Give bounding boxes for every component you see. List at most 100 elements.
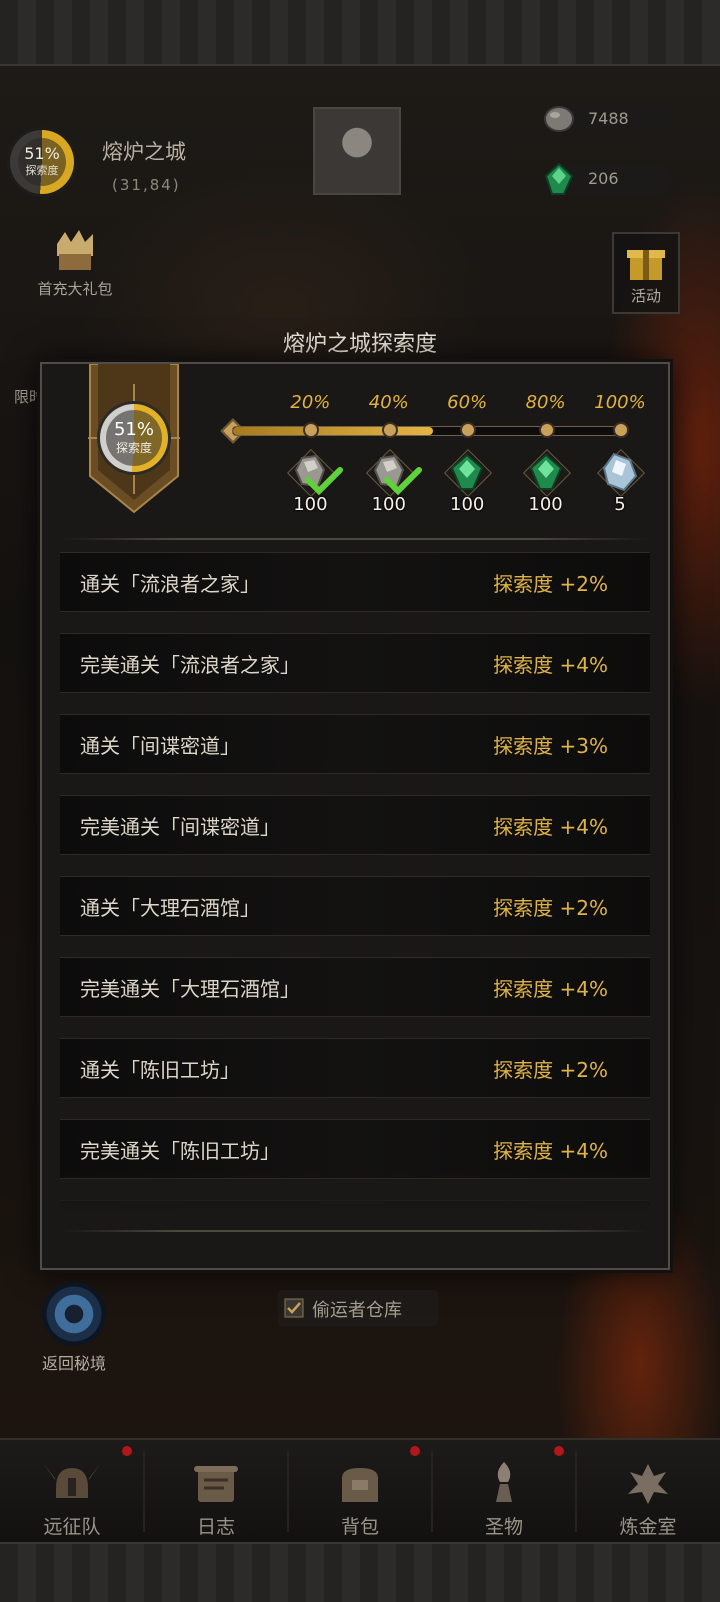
nav-tab-2[interactable]: 日志 (144, 1440, 288, 1544)
crystal-icon (602, 452, 638, 492)
emerald-icon (544, 162, 574, 195)
panel-explore-ring: 51% 探索度 (100, 404, 168, 472)
milestone-amount: 100 (371, 494, 406, 515)
hero-portrait[interactable] (313, 107, 401, 195)
task-name: 完美通关「流浪者之家」 (80, 653, 300, 677)
first-recharge-button[interactable]: 首充大礼包 (20, 226, 130, 299)
task-reward: 探索度 +2% (493, 1058, 608, 1082)
location-coords: (31,84) (112, 176, 181, 194)
milestone-amount: 100 (450, 494, 485, 515)
nav-tab-5[interactable]: 炼金室 (576, 1440, 720, 1544)
top-frame-bar (0, 0, 720, 66)
milestone-3[interactable]: 60% 100 (427, 392, 507, 515)
currency-stone-value: 7488 (588, 109, 629, 128)
milestone-5[interactable]: 100% 5 (580, 392, 660, 515)
progress-header: 51% 探索度 20% 100 40% 100 60% 100 80% 100 100% 5 (42, 364, 668, 540)
claimed-check-icon (383, 467, 422, 496)
gift-box-icon (627, 250, 665, 280)
nav-separator (287, 1452, 289, 1532)
nav-separator (143, 1452, 145, 1532)
task-name: 通关「大理石酒馆」 (80, 896, 260, 920)
task-reward: 探索度 +4% (493, 1139, 608, 1163)
relic-icon (496, 1462, 512, 1502)
event-button[interactable]: 活动 (612, 232, 680, 314)
milestone-amount: 5 (614, 494, 626, 515)
notification-dot (554, 1446, 564, 1456)
claimed-check-icon (305, 467, 344, 496)
milestone-2[interactable]: 40% 100 (349, 392, 429, 515)
thief-storage-toggle[interactable]: 偷运者仓库 (278, 1290, 438, 1326)
stone-icon (544, 106, 574, 132)
panel-bottom-ornament (62, 1230, 648, 1232)
task-row[interactable]: 通关「大理石酒馆」 探索度 +2% (60, 876, 650, 936)
bottom-frame-bar (0, 1542, 720, 1602)
panel-explore-label: 探索度 (115, 440, 152, 455)
milestone-node (613, 422, 629, 438)
nav-tab-1[interactable]: 远征队 (0, 1440, 144, 1544)
panel-title: 熔炉之城探索度 (282, 332, 437, 357)
task-row[interactable]: 完美通关「间谍密道」 探索度 +4% (60, 795, 650, 855)
milestone-percent: 100% (594, 392, 646, 413)
task-reward: 探索度 +4% (493, 815, 608, 839)
currency-gem: 206 (544, 162, 672, 195)
milestone-amount: 100 (293, 494, 328, 515)
portal-icon (42, 1282, 106, 1346)
location-name: 熔炉之城 (102, 140, 186, 164)
task-row[interactable]: 完美通关「陈旧工坊」 探索度 +4% (60, 1119, 650, 1179)
notification-dot (122, 1446, 132, 1456)
task-name: 通关「间谍密道」 (80, 734, 240, 758)
nav-tab-4[interactable]: 圣物 (432, 1440, 576, 1544)
exploration-panel: 51% 探索度 20% 100 40% 100 60% 100 80% 100 100% 5 通关… (40, 362, 670, 1270)
progress-track (232, 426, 626, 436)
milestone-percent: 80% (525, 392, 566, 413)
task-row[interactable]: 通关「间谍密道」 探索度 +3% (60, 714, 650, 774)
nav-separator (431, 1452, 433, 1532)
task-reward: 探索度 +2% (493, 572, 608, 596)
gift-pack-icon (57, 230, 93, 270)
task-name: 完美通关「间谍密道」 (80, 815, 280, 839)
task-name: 完美通关「大理石酒馆」 (80, 977, 300, 1001)
alchemy-icon (628, 1464, 668, 1504)
first-recharge-label: 首充大礼包 (37, 280, 113, 298)
milestone-node (381, 422, 398, 438)
bottom-nav: 远征队 日志 背包 圣物 炼金室 (0, 1438, 720, 1544)
panel-explore-percent: 51% (113, 418, 154, 440)
currency-stone: 7488 (544, 104, 672, 134)
task-reward: 探索度 +4% (493, 977, 608, 1001)
return-portal-button[interactable]: 返回秘境 (34, 1282, 114, 1374)
task-row[interactable]: 完美通关「流浪者之家」 探索度 +4% (60, 633, 650, 693)
emerald-icon (529, 453, 562, 490)
nav-tab-label: 炼金室 (619, 1516, 677, 1538)
progress-fill (233, 427, 433, 435)
bag-icon (342, 1468, 378, 1502)
notification-dot (410, 1446, 420, 1456)
milestone-node (538, 422, 555, 438)
task-row[interactable]: 完美通关「大理石酒馆」 探索度 +4% (60, 957, 650, 1017)
task-row[interactable]: 通关「陈旧工坊」 探索度 +2% (60, 1038, 650, 1098)
milestone-4[interactable]: 80% 100 (506, 392, 586, 515)
thief-storage-label: 偷运者仓库 (312, 1300, 402, 1321)
hud-explore-ring: 51% 探索度 (10, 130, 74, 194)
task-name: 通关「流浪者之家」 (80, 572, 260, 596)
header-divider (62, 538, 648, 540)
task-name: 完美通关「陈旧工坊」 (80, 1139, 280, 1163)
nav-tab-3[interactable]: 背包 (288, 1440, 432, 1544)
task-name: 通关「陈旧工坊」 (80, 1058, 240, 1082)
milestone-1[interactable]: 20% 100 (270, 392, 350, 515)
nav-tab-label: 远征队 (43, 1516, 101, 1538)
emerald-icon (450, 453, 484, 490)
check-icon (284, 1298, 304, 1318)
hud-explore-percent: 51% (24, 144, 60, 163)
hud-explore-label: 探索度 (25, 164, 59, 177)
task-row[interactable]: 通关「流浪者之家」 探索度 +2% (60, 552, 650, 612)
task-list[interactable]: 通关「流浪者之家」 探索度 +2% 完美通关「流浪者之家」 探索度 +4% 通关「间谍密… (60, 552, 650, 1212)
location-info[interactable]: 51% 探索度 熔炉之城 (31,84) (10, 118, 310, 208)
helmet-icon (44, 1464, 100, 1498)
milestone-percent: 20% (290, 392, 331, 413)
scroll-icon (194, 1466, 238, 1502)
task-reward: 探索度 +4% (493, 653, 608, 677)
event-label: 活动 (630, 287, 661, 305)
nav-tab-label: 日志 (196, 1516, 235, 1538)
task-reward: 探索度 +2% (493, 896, 608, 920)
list-fade (60, 1172, 650, 1212)
